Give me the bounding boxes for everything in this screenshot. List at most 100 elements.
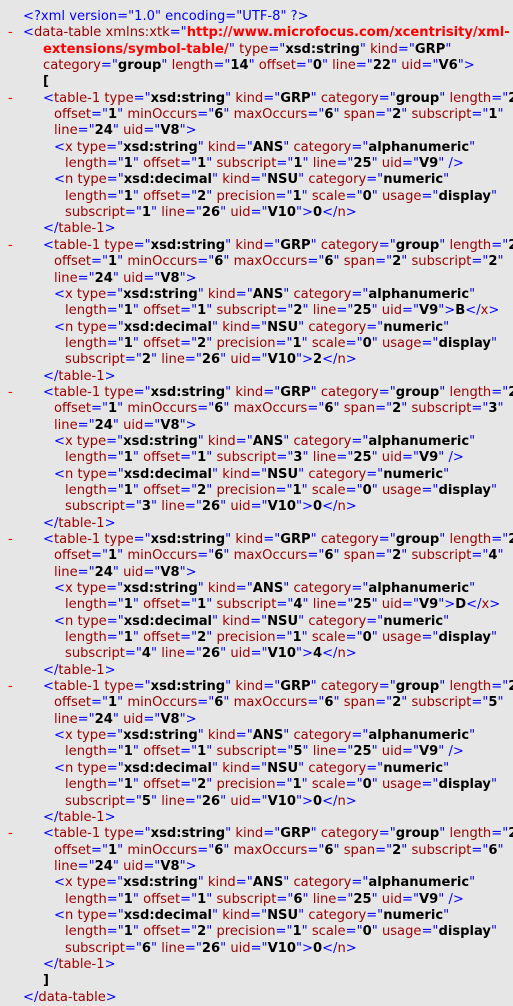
xml-punctuation: " — [301, 630, 308, 646]
xml-punctuation: =" — [106, 286, 124, 302]
xml-value: 1 — [123, 744, 133, 760]
xml-punctuation: " — [333, 401, 340, 417]
xml-punctuation: " — [117, 107, 124, 123]
xml-name: n — [337, 352, 346, 368]
xml-punctuation: </ — [43, 809, 59, 825]
xml-punctuation: " — [197, 875, 204, 891]
xml-name: maxOccurs — [233, 254, 308, 270]
xml-name: line — [312, 597, 337, 613]
xml-punctuation: =" — [268, 41, 286, 57]
xml-name: line — [312, 891, 337, 907]
xml-punctuation: =" — [397, 41, 415, 57]
xml-name: table-1 — [53, 826, 101, 842]
collapse-toggle-root[interactable]: - — [8, 25, 13, 41]
xml-value: ANS — [252, 581, 284, 597]
xml-name: offset — [143, 450, 181, 466]
xml-punctuation: > — [104, 221, 116, 237]
xml-value: 5 — [488, 695, 498, 711]
xml-value: xsd:decimal — [123, 907, 213, 923]
xml-line: </table-1> — [0, 810, 513, 826]
xml-name: usage — [381, 924, 422, 940]
xml-punctuation: =" — [124, 352, 142, 368]
xml-punctuation: " — [497, 548, 504, 564]
xml-punctuation: < — [43, 237, 54, 253]
xml-name: x — [64, 875, 73, 891]
xml-punctuation: =" — [250, 793, 268, 809]
xml-punctuation: =" — [276, 303, 294, 319]
xml-punctuation: =" — [197, 548, 215, 564]
xml-punctuation: =" — [77, 417, 95, 433]
collapse-toggle-table[interactable]: - — [8, 238, 13, 254]
xml-punctuation: " — [469, 286, 476, 302]
xml-punctuation: =" — [106, 891, 124, 907]
xml-punctuation: =" — [351, 433, 369, 449]
xml-punctuation: =" — [471, 548, 489, 564]
xml-name: x — [64, 139, 73, 155]
xml-value: 0 — [362, 188, 372, 204]
xml-name: uid — [401, 58, 422, 74]
xml-name: x — [64, 728, 73, 744]
xml-name: offset — [54, 842, 92, 858]
xml-punctuation: " — [439, 826, 446, 842]
xml-line: length="1" offset="1" subscript="5" line… — [0, 744, 513, 760]
xml-punctuation: " — [310, 384, 317, 400]
xml-punctuation: =" — [250, 613, 268, 629]
xml-value: 2 — [508, 826, 513, 842]
xml-punctuation: " — [371, 335, 378, 351]
xml-punctuation: =" — [491, 826, 509, 842]
xml-value: 1 — [123, 777, 133, 793]
xml-punctuation: =" — [124, 940, 142, 956]
x-element: <x type="xsd:string" kind="ANS" category… — [0, 875, 513, 891]
xml-name: uid — [381, 597, 403, 613]
xml-punctuation: =" — [263, 384, 281, 400]
xml-value: [ — [43, 74, 49, 90]
xml-punctuation: " — [298, 760, 305, 776]
xml-punctuation: =" — [421, 335, 439, 351]
xml-value: xsd:string — [150, 679, 226, 695]
xml-name: length — [65, 924, 107, 940]
xml-value: V10 — [267, 940, 296, 956]
xml-name: category — [308, 760, 367, 776]
collapse-toggle-table[interactable]: - — [8, 385, 13, 401]
xml-name: type — [76, 139, 107, 155]
xml-name: category — [293, 728, 352, 744]
namespace-url: http://www.microfocus.com/xcentrisity/xm… — [186, 25, 510, 41]
xml-name: subscript — [216, 303, 277, 319]
xml-punctuation: " — [220, 940, 227, 956]
collapse-toggle-table[interactable]: - — [8, 91, 13, 107]
xml-value: xsd:decimal — [123, 319, 213, 335]
xml-value: 1 — [293, 156, 303, 172]
xml-punctuation: " — [298, 172, 305, 188]
xml-value: 25 — [353, 744, 372, 760]
xml-punctuation: =" — [250, 466, 268, 482]
xml-punctuation: " — [310, 826, 317, 842]
xml-punctuation: " — [490, 630, 497, 646]
xml-punctuation: =" — [471, 695, 489, 711]
xml-punctuation: " — [469, 728, 476, 744]
xml-value: 1 — [197, 744, 207, 760]
xml-name: line — [312, 744, 337, 760]
xml-punctuation: < — [23, 25, 34, 41]
xml-punctuation: =" — [250, 352, 268, 368]
xml-value: V9 — [419, 744, 439, 760]
xml-punctuation: =" — [124, 646, 142, 662]
xml-punctuation: =" — [100, 58, 118, 74]
xml-name: category — [293, 581, 352, 597]
xml-punctuation: =" — [106, 319, 124, 335]
xml-name: table-1 — [58, 515, 105, 531]
xml-name: table-1 — [53, 532, 101, 547]
xml-punctuation: " — [212, 319, 219, 335]
xml-value: 0 — [362, 630, 372, 646]
xml-value: 1 — [292, 924, 302, 940]
xml-value: V8 — [160, 417, 180, 433]
collapse-toggle-table[interactable]: - — [8, 826, 13, 842]
collapse-toggle-table[interactable]: - — [8, 679, 13, 695]
xml-name: precision — [216, 335, 276, 351]
xml-punctuation: =" — [375, 401, 393, 417]
xml-name: kind — [222, 172, 251, 188]
xml-punctuation: " — [302, 156, 309, 172]
xml-line: </table-1> — [0, 221, 513, 237]
collapse-toggle-table[interactable]: - — [8, 532, 13, 548]
xml-line: subscript="5" line="26" uid="V10">0</n> — [0, 794, 513, 810]
xml-punctuation: =" — [421, 777, 439, 793]
